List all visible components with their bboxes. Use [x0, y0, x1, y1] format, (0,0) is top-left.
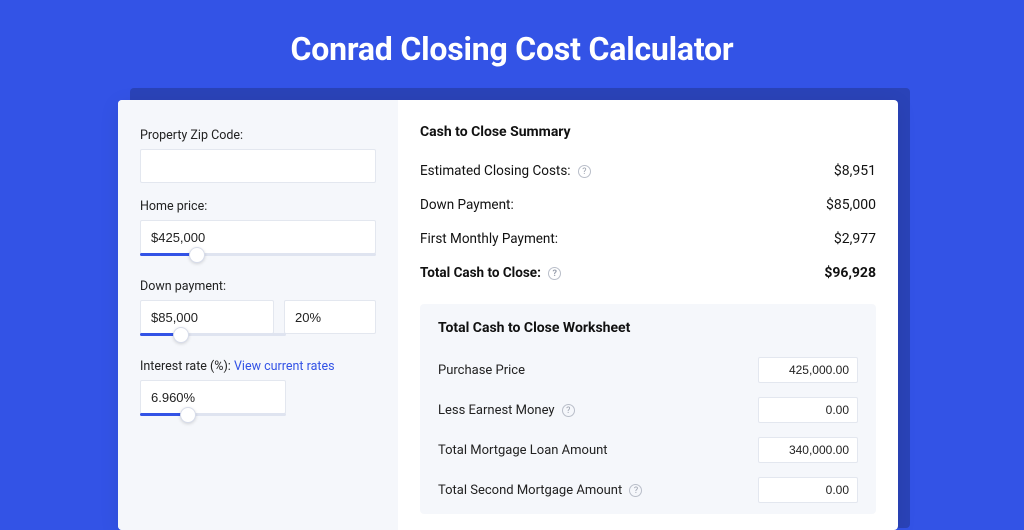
home-price-input[interactable]	[140, 220, 376, 254]
right-panel: Cash to Close Summary Estimated Closing …	[398, 100, 898, 530]
worksheet-block: Total Cash to Close Worksheet Purchase P…	[420, 304, 876, 514]
worksheet-row-label: Purchase Price	[438, 363, 525, 378]
slider-thumb-icon[interactable]	[180, 407, 196, 423]
down-payment-input[interactable]	[140, 300, 274, 334]
summary-total-row: Total Cash to Close: ? $96,928	[420, 256, 876, 290]
summary-row-label: Estimated Closing Costs:	[420, 163, 571, 179]
summary-row-label: First Monthly Payment:	[420, 231, 558, 247]
help-icon[interactable]: ?	[578, 165, 591, 178]
worksheet-row-input[interactable]	[758, 397, 858, 423]
summary-row: Down Payment: $85,000	[420, 188, 876, 222]
home-price-label: Home price:	[140, 199, 376, 214]
calculator-card: Property Zip Code: Home price: Down paym…	[118, 100, 898, 530]
hero: Conrad Closing Cost Calculator	[0, 0, 1024, 90]
worksheet-row-input[interactable]	[758, 477, 858, 503]
summary-total-label: Total Cash to Close:	[420, 265, 541, 281]
home-price-slider[interactable]	[140, 253, 376, 263]
slider-thumb-icon[interactable]	[189, 247, 205, 263]
worksheet-heading: Total Cash to Close Worksheet	[438, 320, 858, 336]
summary-row-value: $8,951	[834, 163, 876, 179]
view-rates-link[interactable]: View current rates	[234, 359, 335, 374]
worksheet-row: Total Mortgage Loan Amount	[438, 430, 858, 470]
summary-row: First Monthly Payment: $2,977	[420, 222, 876, 256]
interest-label: Interest rate (%): View current rates	[140, 359, 376, 374]
down-payment-label: Down payment:	[140, 279, 376, 294]
summary-row: Estimated Closing Costs: ? $8,951	[420, 154, 876, 188]
left-panel: Property Zip Code: Home price: Down paym…	[118, 100, 398, 530]
slider-thumb-icon[interactable]	[173, 327, 189, 343]
interest-slider[interactable]	[140, 413, 286, 423]
summary-total-value: $96,928	[824, 265, 876, 281]
worksheet-row-input[interactable]	[758, 357, 858, 383]
zip-input[interactable]	[140, 149, 376, 183]
summary-row-value: $2,977	[834, 231, 876, 247]
summary-row-label: Down Payment:	[420, 197, 514, 213]
worksheet-row-label: Total Mortgage Loan Amount	[438, 443, 608, 458]
page-title: Conrad Closing Cost Calculator	[0, 30, 1024, 68]
help-icon[interactable]: ?	[629, 484, 642, 497]
summary-heading: Cash to Close Summary	[420, 114, 876, 154]
zip-label: Property Zip Code:	[140, 128, 376, 143]
worksheet-row-label: Total Second Mortgage Amount	[438, 483, 622, 498]
worksheet-row: Purchase Price	[438, 350, 858, 390]
worksheet-row: Total Second Mortgage Amount ?	[438, 470, 858, 510]
worksheet-row: Less Earnest Money ?	[438, 390, 858, 430]
help-icon[interactable]: ?	[548, 267, 561, 280]
down-payment-slider[interactable]	[140, 333, 286, 343]
worksheet-row-input[interactable]	[758, 437, 858, 463]
interest-input[interactable]	[140, 380, 286, 414]
summary-row-value: $85,000	[826, 197, 876, 213]
help-icon[interactable]: ?	[562, 404, 575, 417]
worksheet-row-label: Less Earnest Money	[438, 403, 555, 418]
down-payment-pct-input[interactable]	[284, 300, 376, 334]
